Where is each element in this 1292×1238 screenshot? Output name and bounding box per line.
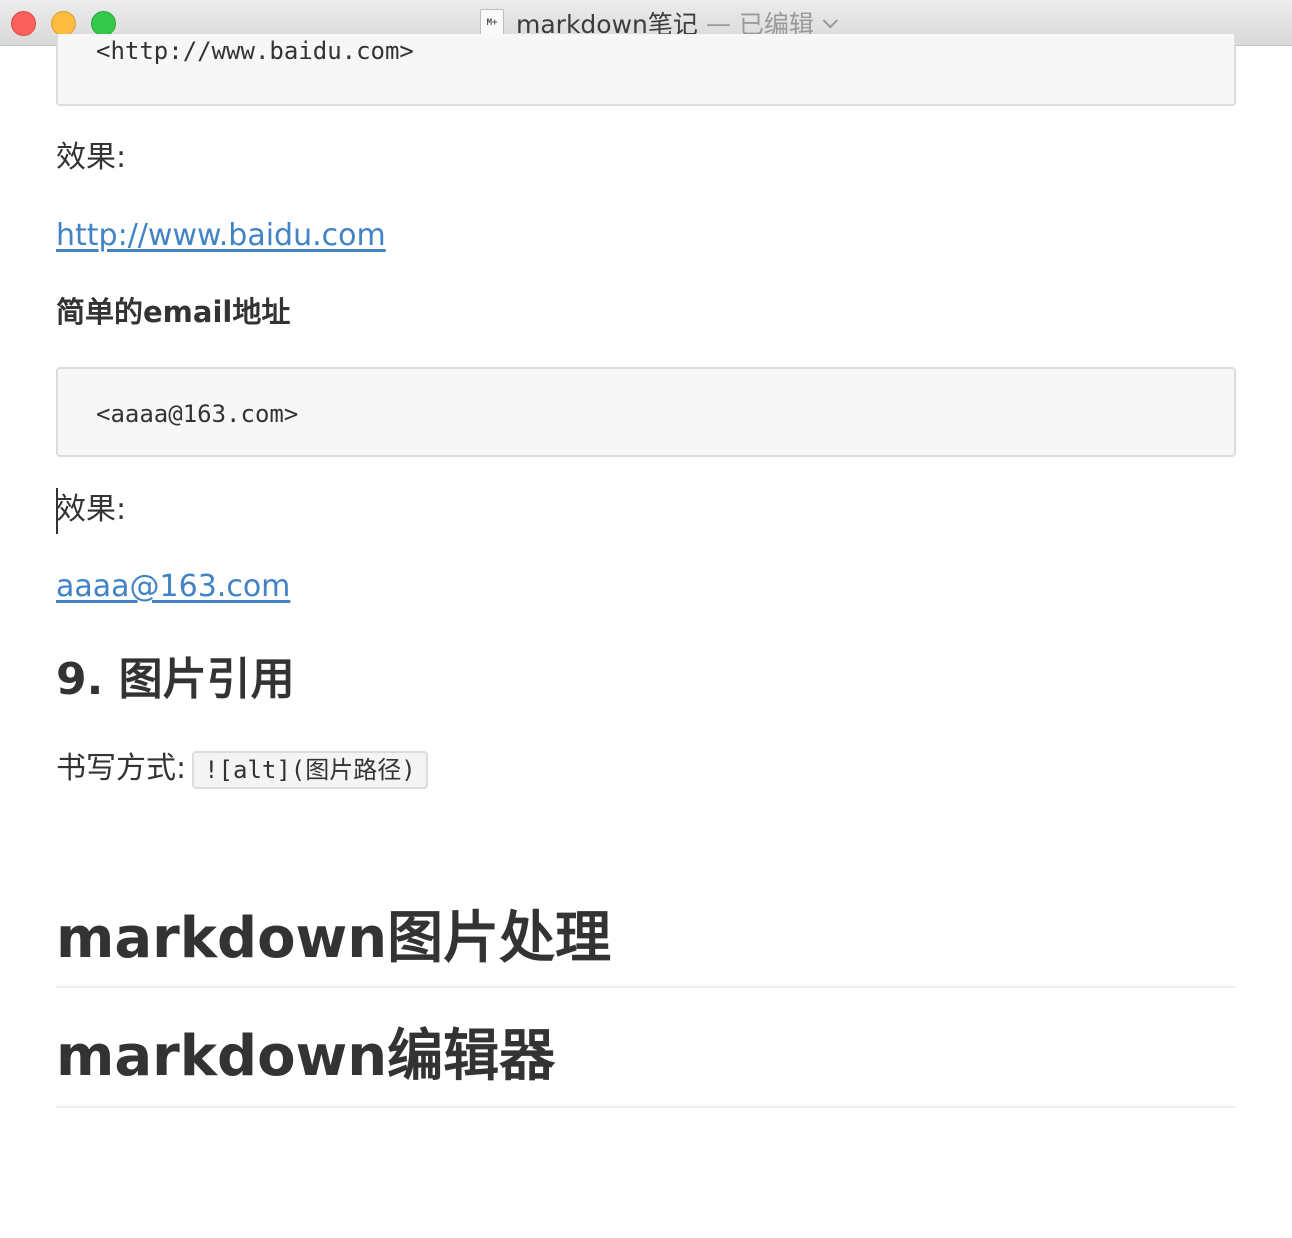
effect-label: 效果: — [56, 492, 127, 527]
syntax-paragraph: 书写方式: ![alt](图片路径) — [56, 749, 428, 789]
email-heading: 简单的email地址 — [56, 295, 291, 329]
chevron-down-icon[interactable] — [822, 12, 839, 28]
syntax-label: 书写方式: — [56, 751, 187, 786]
baidu-link[interactable]: http://www.baidu.com — [56, 218, 386, 253]
minimize-window-button[interactable] — [51, 11, 76, 36]
email-link[interactable]: aaaa@163.com — [56, 569, 290, 604]
markdown-document-icon: M+ — [480, 9, 504, 37]
code-block-url[interactable]: <http://www.baidu.com> — [56, 34, 1236, 106]
heading-markdown-editor: markdown编辑器 — [56, 1022, 1236, 1108]
zoom-window-button[interactable] — [91, 11, 116, 36]
code-block-email[interactable]: <aaaa@163.com> — [56, 367, 1236, 457]
code-text: <aaaa@163.com> — [96, 400, 299, 428]
effect-label: 效果: — [56, 140, 127, 175]
heading-image-handling: markdown图片处理 — [56, 904, 1236, 988]
code-text: <http://www.baidu.com> — [96, 37, 414, 65]
section-heading: 9. 图片引用 — [56, 654, 295, 705]
close-window-button[interactable] — [11, 11, 36, 36]
inline-code: ![alt](图片路径) — [192, 750, 428, 789]
